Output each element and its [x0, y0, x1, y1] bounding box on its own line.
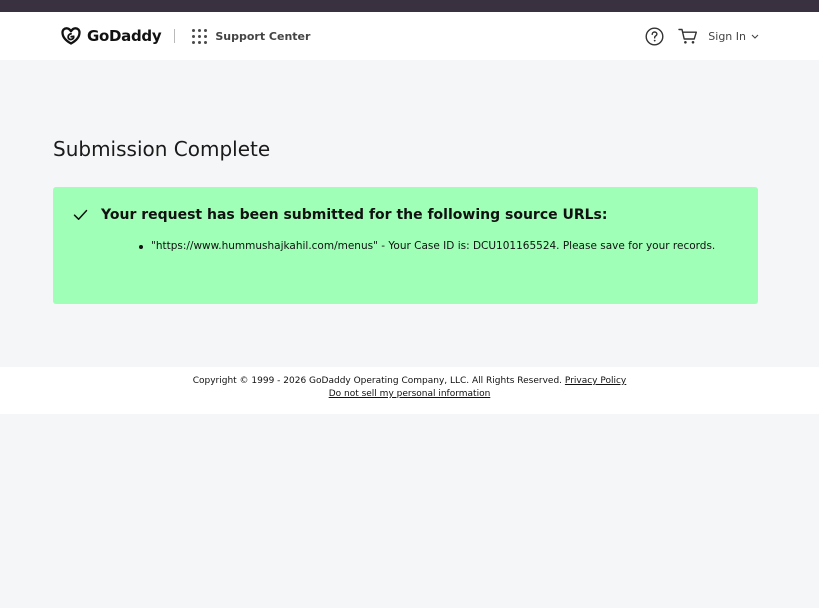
alert-header: Your request has been submitted for the … — [73, 207, 738, 223]
sign-in-label: Sign In — [708, 29, 746, 43]
list-item: "https://www.hummushajkahil.com/menus" -… — [139, 240, 738, 252]
godaddy-logo-link[interactable]: GoDaddy — [60, 26, 162, 46]
success-alert: Your request has been submitted for the … — [53, 187, 758, 304]
apps-grid-icon[interactable] — [192, 28, 208, 44]
submitted-url-list: "https://www.hummushajkahil.com/menus" -… — [139, 240, 738, 252]
site-footer: Copyright © 1999 - 2026 GoDaddy Operatin… — [0, 367, 819, 414]
header-right: Sign In — [645, 26, 759, 46]
privacy-policy-link[interactable]: Privacy Policy — [565, 376, 626, 386]
header-left: GoDaddy Support Center — [60, 26, 310, 46]
question-circle-icon[interactable] — [645, 26, 664, 46]
copyright-text: Copyright © 1999 - 2026 GoDaddy Operatin… — [192, 376, 563, 386]
top-strip — [0, 0, 819, 12]
do-not-sell-link[interactable]: Do not sell my personal information — [329, 389, 491, 399]
sign-in-button[interactable]: Sign In — [708, 30, 759, 43]
page-title: Submission Complete — [53, 137, 271, 161]
footer-line-2: Do not sell my personal information — [0, 389, 819, 399]
godaddy-logo-icon — [60, 26, 82, 46]
site-header: GoDaddy Support Center Sign In — [0, 12, 819, 60]
checkmark-icon — [73, 209, 88, 220]
header-divider — [174, 29, 176, 43]
footer-line-1: Copyright © 1999 - 2026 GoDaddy Operatin… — [0, 376, 819, 386]
brand-name: GoDaddy — [87, 27, 162, 45]
alert-heading: Your request has been submitted for the … — [101, 207, 608, 223]
cart-icon[interactable] — [678, 28, 698, 45]
chevron-down-icon — [751, 34, 759, 39]
main-content: Submission Complete Your request has bee… — [0, 60, 819, 367]
support-center-link[interactable]: Support Center — [215, 30, 310, 43]
